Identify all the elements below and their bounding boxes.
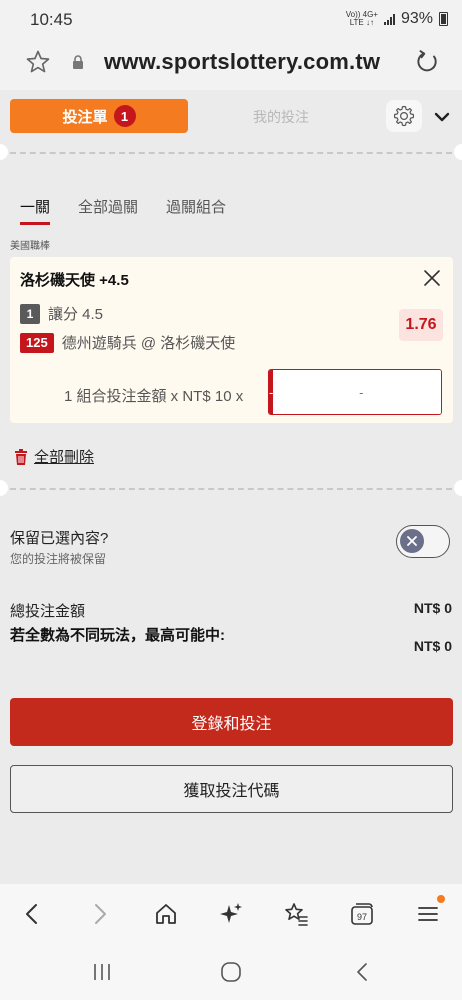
- status-bar: 10:45 Vo)) 4G+ LTE ↓↑ 93%: [0, 0, 462, 40]
- match-row: 125 德州遊騎兵 @ 洛杉磯天使: [20, 332, 235, 353]
- network-indicator: Vo)) 4G+ LTE ↓↑: [345, 10, 378, 27]
- delete-all-label: 全部刪除: [34, 449, 95, 466]
- bet-type-tabs: 一關 全部過關 過關組合: [20, 196, 226, 225]
- divider: [10, 488, 452, 490]
- market-label: 讓分 4.5: [48, 306, 104, 323]
- chevron-down-icon[interactable]: [432, 107, 452, 127]
- menu-icon[interactable]: [414, 895, 445, 928]
- betslip-count-badge: 1: [113, 105, 136, 127]
- forward-icon[interactable]: [86, 900, 114, 928]
- market-number-tag: 1: [20, 303, 40, 324]
- lock-icon[interactable]: [72, 55, 84, 69]
- tab-parlay-combo[interactable]: 過關組合: [166, 196, 226, 225]
- tab-mybets[interactable]: 我的投注: [218, 107, 344, 127]
- bet-card: 洛杉磯天使 +4.5 1 讓分 4.5 125 德州遊騎兵 @ 洛杉磯天使 1.…: [10, 257, 453, 423]
- keep-selections-toggle[interactable]: [396, 525, 450, 558]
- recent-apps-icon[interactable]: [88, 958, 116, 986]
- tab-single[interactable]: 一關: [20, 196, 51, 225]
- max-win-label: 若全數為不同玩法，最高可能中:: [10, 627, 225, 644]
- league-label: 美國職棒: [10, 241, 50, 252]
- ticket-notch: [0, 480, 8, 496]
- battery-icon: [439, 12, 448, 26]
- match-label: 德州遊騎兵 @ 洛杉磯天使: [61, 335, 236, 352]
- login-and-bet-button[interactable]: 登錄和投注: [10, 698, 453, 746]
- keep-selections-title: 保留已選內容?: [10, 530, 109, 547]
- odds-value: 1.76: [399, 309, 443, 341]
- system-navigation: [0, 944, 462, 1000]
- max-win-value: NT$ 0: [413, 638, 452, 654]
- url-bar: www.sportslottery.com.tw: [0, 40, 462, 90]
- match-number-tag: 125: [20, 332, 54, 353]
- signal-icon: [383, 13, 395, 25]
- tab-all-parlay[interactable]: 全部過關: [78, 196, 138, 225]
- bet-selection-title: 洛杉磯天使 +4.5: [20, 272, 129, 289]
- market-row: 1 讓分 4.5: [20, 303, 103, 324]
- browser-toolbar: 97: [0, 884, 462, 944]
- notification-dot: [437, 895, 445, 903]
- sparkle-assistant-icon[interactable]: [217, 900, 245, 928]
- tab-betslip-label: 投注單: [62, 108, 108, 126]
- battery-percent: 93%: [400, 10, 433, 27]
- get-bet-code-button[interactable]: 獲取投注代碼: [10, 765, 453, 813]
- back-button-icon[interactable]: [348, 958, 376, 986]
- ticket-notch: [454, 144, 462, 160]
- tabs-count: 97: [357, 912, 367, 922]
- stake-stepper: - +: [268, 369, 442, 415]
- close-icon[interactable]: [423, 269, 441, 287]
- toggle-off-x-icon: [400, 529, 424, 553]
- tabs-icon[interactable]: 97: [348, 900, 376, 928]
- bookmarks-icon[interactable]: [282, 900, 310, 928]
- total-stake-label: 總投注金額: [10, 603, 86, 620]
- tab-betslip[interactable]: 投注單 1: [10, 99, 188, 133]
- ticket-notch: [454, 480, 462, 496]
- settings-button[interactable]: [386, 100, 422, 132]
- reload-icon[interactable]: [414, 49, 440, 75]
- gear-icon: [393, 105, 415, 127]
- delete-all-button[interactable]: 全部刪除: [14, 446, 94, 467]
- keep-selections-subtitle: 您的投注將被保留: [10, 552, 107, 566]
- betslip-header: 投注單 1 我的投注: [0, 90, 462, 148]
- stake-label: 1 組合投注金額 x NT$ 10 x: [64, 388, 244, 405]
- bookmark-star-icon[interactable]: [24, 48, 52, 76]
- url-text[interactable]: www.sportslottery.com.tw: [104, 49, 380, 75]
- status-time: 10:45: [30, 10, 73, 29]
- home-button-icon[interactable]: [217, 958, 245, 986]
- status-indicators: Vo)) 4G+ LTE ↓↑ 93%: [346, 10, 448, 28]
- total-stake-value: NT$ 0: [413, 600, 452, 616]
- stake-input[interactable]: [273, 370, 441, 414]
- back-icon[interactable]: [18, 900, 46, 928]
- divider: [10, 152, 452, 154]
- home-icon[interactable]: [152, 900, 180, 928]
- trash-icon: [15, 448, 27, 465]
